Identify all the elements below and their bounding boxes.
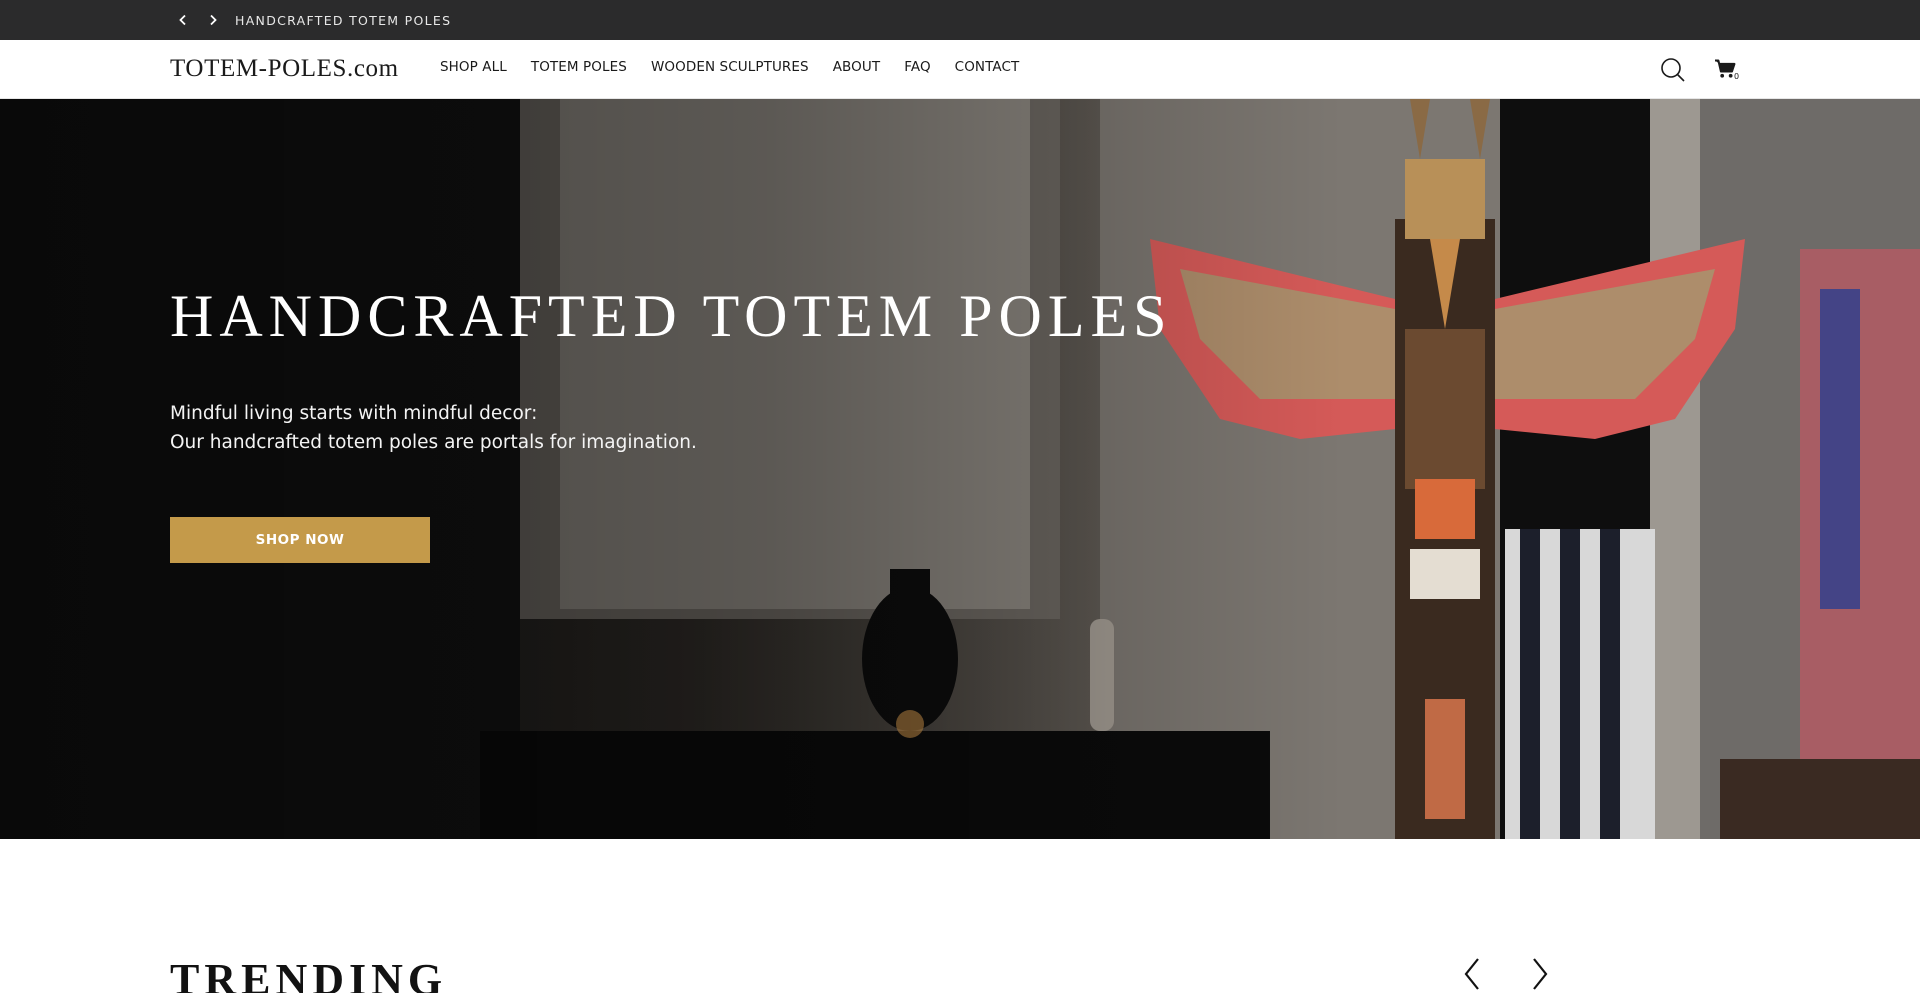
chevron-left-icon (179, 14, 186, 26)
chevron-left-icon (1464, 958, 1479, 990)
nav-contact[interactable]: CONTACT (955, 59, 1020, 75)
hero-subtitle-line-1: Mindful living starts with mindful decor… (170, 403, 538, 424)
chevron-right-icon (210, 14, 217, 26)
search-icon (1661, 58, 1685, 82)
cart-button[interactable]: 0 (1714, 58, 1742, 84)
search-button[interactable] (1660, 57, 1686, 83)
main-nav: SHOP ALL TOTEM POLES WOODEN SCULPTURES A… (440, 59, 1043, 75)
chevron-right-icon (1533, 958, 1548, 990)
announcement-bar: HANDCRAFTED TOTEM POLES (0, 0, 1920, 40)
nav-shop-all[interactable]: SHOP ALL (440, 59, 507, 75)
shop-now-button[interactable]: SHOP NOW (170, 517, 430, 563)
hero-banner: HANDCRAFTED TOTEM POLES Mindful living s… (0, 99, 1920, 839)
cart-count: 0 (1734, 72, 1740, 81)
announcement-prev-button[interactable] (173, 10, 193, 30)
nav-about[interactable]: ABOUT (833, 59, 881, 75)
nav-totem-poles[interactable]: TOTEM POLES (531, 59, 627, 75)
hero-subtitle: Mindful living starts with mindful decor… (170, 399, 697, 457)
announcement-message[interactable]: HANDCRAFTED TOTEM POLES (235, 13, 451, 28)
nav-faq[interactable]: FAQ (904, 59, 930, 75)
hero-title: HANDCRAFTED TOTEM POLES (170, 283, 1173, 349)
site-logo[interactable]: TOTEM-POLES.com (170, 55, 399, 83)
hero-overlay (0, 99, 1920, 839)
trending-heading: TRENDING (170, 955, 448, 993)
trending-prev-button[interactable] (1455, 955, 1489, 993)
site-header: TOTEM-POLES.com SHOP ALL TOTEM POLES WOO… (0, 40, 1920, 99)
trending-next-button[interactable] (1523, 955, 1557, 993)
hero-subtitle-line-2: Our handcrafted totem poles are portals … (170, 432, 697, 453)
nav-wooden-sculptures[interactable]: WOODEN SCULPTURES (651, 59, 809, 75)
announcement-next-button[interactable] (203, 10, 223, 30)
